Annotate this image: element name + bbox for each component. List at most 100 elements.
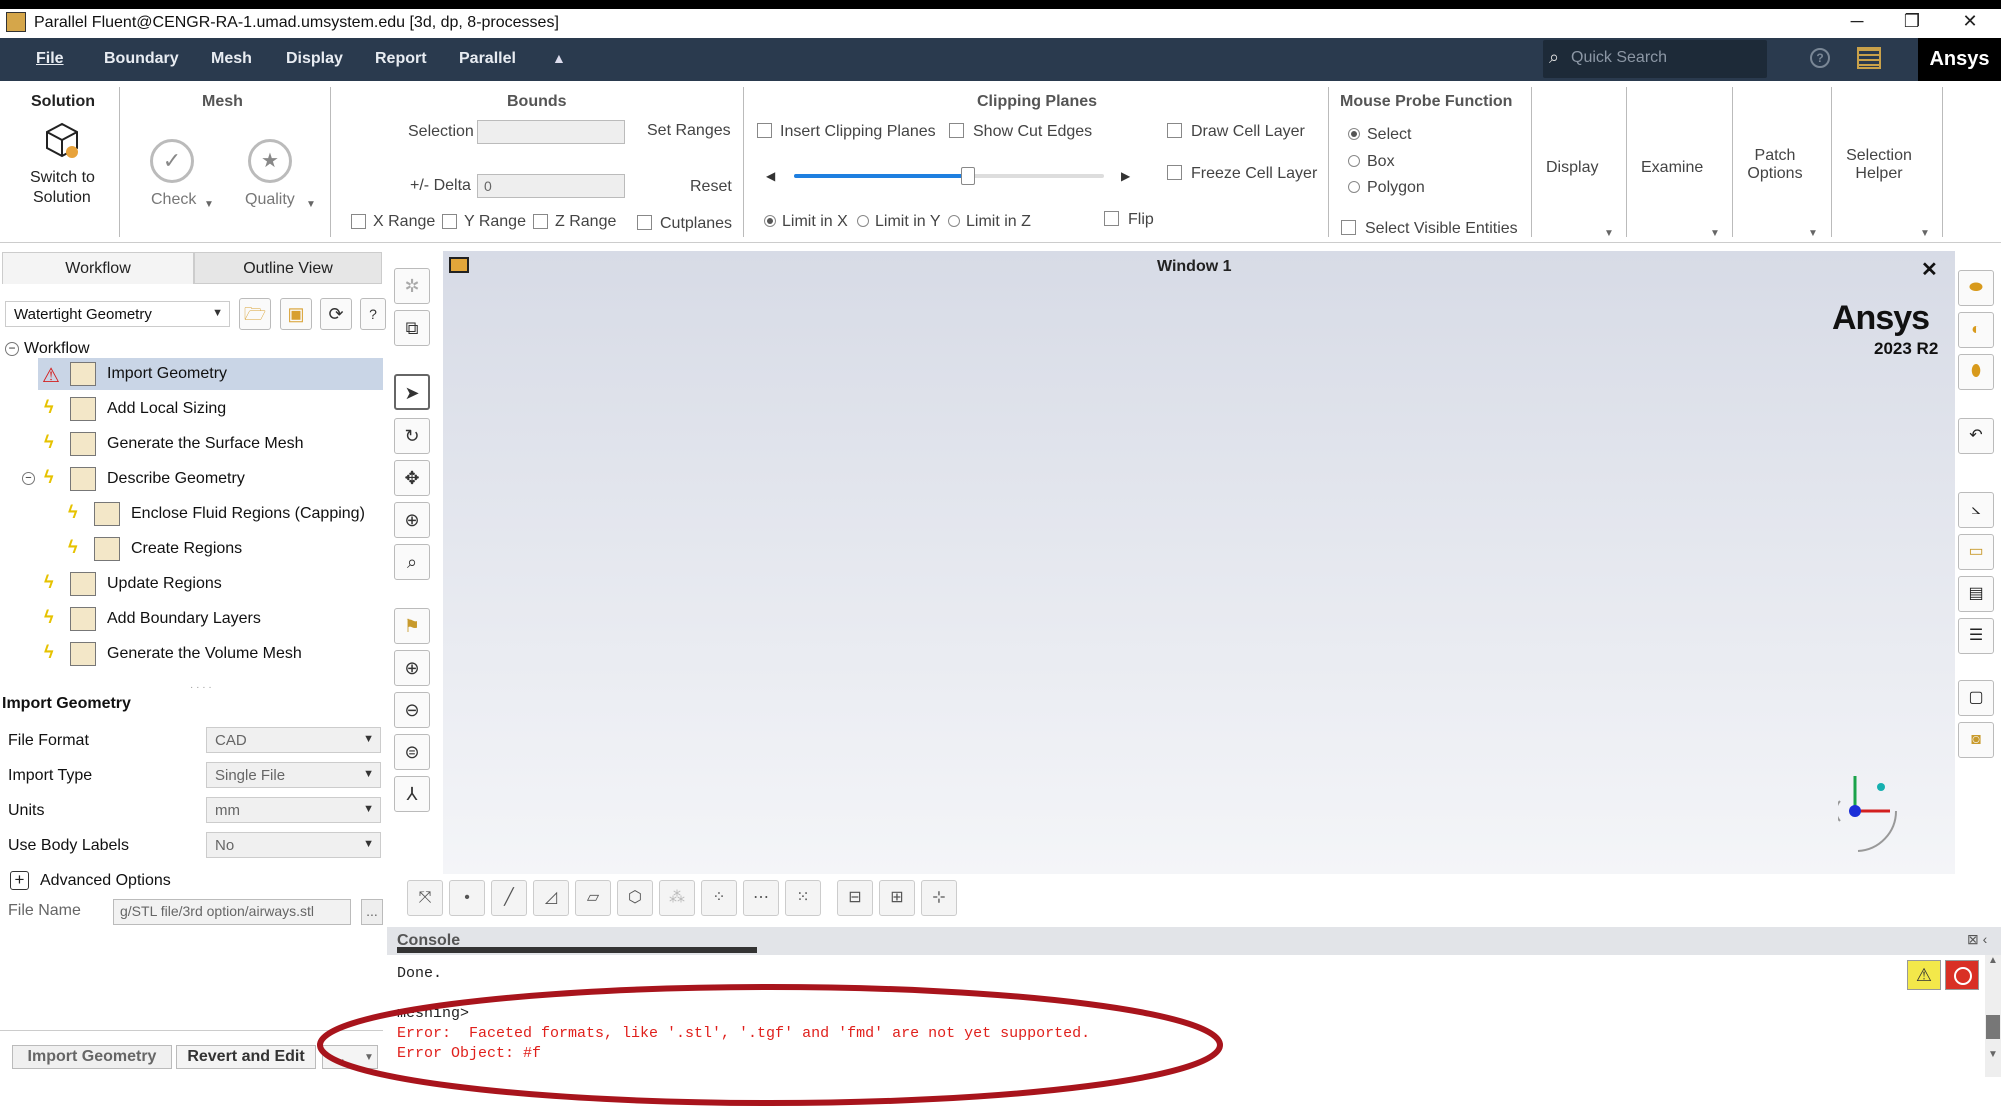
axes-icon[interactable]: ⅄: [394, 776, 430, 812]
list-icon[interactable]: ☰: [1958, 618, 1994, 654]
menu-mesh[interactable]: Mesh: [211, 50, 252, 68]
open-folder-icon[interactable]: 🗁: [239, 298, 271, 330]
zoom-in-icon[interactable]: ⊕: [394, 650, 430, 686]
menu-file[interactable]: File: [36, 50, 64, 68]
probe-polygon-radio[interactable]: [1348, 181, 1360, 193]
import-geometry-button[interactable]: Import Geometry: [12, 1045, 172, 1069]
view-iso-icon[interactable]: ◐: [1958, 312, 1994, 348]
tree-item[interactable]: ϟ Create Regions: [38, 533, 383, 565]
mesh-display-icon[interactable]: ✲: [394, 268, 430, 304]
quality-button[interactable]: ★ Quality ▼: [240, 139, 320, 217]
selection-helper-button[interactable]: Selection Helper: [1838, 147, 1920, 183]
examine-button[interactable]: Examine: [1641, 159, 1703, 177]
tree-item[interactable]: ⚠ Import Geometry: [38, 358, 383, 390]
help-circle-icon[interactable]: ?: [360, 298, 386, 330]
x-range-checkbox[interactable]: [351, 214, 366, 229]
zone-icon[interactable]: ⊟: [837, 880, 873, 916]
close-graphics-button[interactable]: ✕: [1921, 257, 1938, 282]
quick-search-box[interactable]: ⌕ Quick Search: [1543, 40, 1767, 78]
reset-button[interactable]: Reset: [690, 178, 732, 196]
menu-boundary[interactable]: Boundary: [104, 50, 179, 68]
slider-thumb[interactable]: [960, 167, 975, 185]
switch-to-solution-button[interactable]: Switch to Solution: [22, 121, 106, 221]
fit-zoom-icon[interactable]: ⊜: [394, 734, 430, 770]
pan-icon[interactable]: ✥: [394, 460, 430, 496]
cutplanes-checkbox[interactable]: [637, 215, 652, 230]
warning-icon[interactable]: ⚠: [1907, 960, 1941, 990]
tree-item[interactable]: ϟ Update Regions: [38, 568, 383, 600]
tree-item[interactable]: ϟ Add Boundary Layers: [38, 603, 383, 635]
select-visible-checkbox[interactable]: [1341, 220, 1356, 235]
insert-clipping-checkbox[interactable]: [757, 123, 772, 138]
property-dropdown[interactable]: No: [206, 832, 381, 858]
view-side-icon[interactable]: ⬮: [1958, 354, 1994, 390]
object-icon[interactable]: ⊹: [921, 880, 957, 916]
collapse-icon[interactable]: −: [22, 472, 35, 485]
menu-display[interactable]: Display: [286, 50, 343, 68]
scroll-down-icon[interactable]: ▼: [1988, 1049, 1998, 1060]
check-button[interactable]: ✓ Check ▼: [140, 139, 220, 217]
body-icon[interactable]: ⊞: [879, 880, 915, 916]
advanced-options-label[interactable]: Advanced Options: [40, 872, 171, 890]
freeze-cell-layer-checkbox[interactable]: [1167, 165, 1182, 180]
face-icon[interactable]: ◿: [533, 880, 569, 916]
z-range-checkbox[interactable]: [533, 214, 548, 229]
zoom-icon[interactable]: ⌕: [394, 544, 430, 580]
stop-icon[interactable]: [1945, 960, 1979, 990]
browse-button[interactable]: ...: [361, 899, 383, 925]
workflow-type-select[interactable]: Watertight Geometry: [5, 301, 230, 327]
close-window-button[interactable]: ✕: [1955, 11, 1985, 32]
console-scrollbar[interactable]: ▲ ▼: [1985, 955, 2001, 1077]
scroll-up-icon[interactable]: ▲: [1988, 955, 1998, 966]
property-dropdown[interactable]: mm: [206, 797, 381, 823]
set-ranges-button[interactable]: Set Ranges: [647, 122, 731, 140]
clipping-slider[interactable]: [794, 167, 1104, 185]
tree-item[interactable]: ϟ Generate the Volume Mesh: [38, 638, 383, 670]
rotate-icon[interactable]: ↻: [394, 418, 430, 454]
axes-select-icon[interactable]: ⤧: [407, 880, 443, 916]
select-pointer-icon[interactable]: ➤: [394, 374, 430, 410]
draw-cell-layer-checkbox[interactable]: [1167, 123, 1182, 138]
probe-select-radio[interactable]: [1348, 128, 1360, 140]
y-range-checkbox[interactable]: [442, 214, 457, 229]
tab-outline-view[interactable]: Outline View: [194, 252, 382, 284]
tree-item[interactable]: ϟ Generate the Surface Mesh: [38, 428, 383, 460]
report-icon[interactable]: ▤: [1958, 576, 1994, 612]
window-icon[interactable]: ▢: [1958, 680, 1994, 716]
maximize-button[interactable]: ❐: [1897, 11, 1927, 32]
scroll-thumb[interactable]: [1986, 1015, 2000, 1039]
menu-parallel[interactable]: Parallel: [459, 50, 516, 68]
property-dropdown[interactable]: Single File: [206, 762, 381, 788]
ruler-icon[interactable]: ▭: [1958, 534, 1994, 570]
expand-icon[interactable]: +: [10, 871, 29, 890]
graphics-window[interactable]: Window 1 ✕ Ansys 2023 R2 ⤧ • ╱ ◿ ▱ ⬡ ⁂ ⁘: [407, 251, 1955, 916]
screenshot-icon[interactable]: ◙: [1958, 722, 1994, 758]
probe-flag-icon[interactable]: ⚑: [394, 608, 430, 644]
slider-left-arrow-icon[interactable]: ◀: [766, 169, 775, 183]
cell-face-icon[interactable]: ▱: [575, 880, 611, 916]
patch-options-button[interactable]: Patch Options: [1740, 147, 1810, 183]
property-dropdown[interactable]: CAD: [206, 727, 381, 753]
point-icon[interactable]: •: [449, 880, 485, 916]
refresh-icon[interactable]: ⟳: [320, 298, 352, 330]
limit-z-radio[interactable]: [948, 215, 960, 227]
plot-icon[interactable]: ⦣: [1958, 492, 1994, 528]
display-button[interactable]: Display: [1546, 159, 1598, 177]
probe-box-radio[interactable]: [1348, 155, 1360, 167]
tree-item[interactable]: ϟ Add Local Sizing: [38, 393, 383, 425]
delta-field[interactable]: 0: [477, 174, 625, 198]
layout-icon[interactable]: [1857, 47, 1881, 69]
show-cut-edges-checkbox[interactable]: [949, 123, 964, 138]
grid-points-icon[interactable]: ⁘: [701, 880, 737, 916]
box-view-icon[interactable]: ⧉: [394, 310, 430, 346]
cell-icon[interactable]: ⬡: [617, 880, 653, 916]
tab-workflow[interactable]: Workflow: [2, 252, 194, 284]
zoom-out-icon[interactable]: ⊖: [394, 692, 430, 728]
undo-view-icon[interactable]: ↶: [1958, 418, 1994, 454]
slider-right-arrow-icon[interactable]: ▶: [1121, 169, 1130, 183]
cluster-icon[interactable]: ⁂: [659, 880, 695, 916]
collapse-icon[interactable]: −: [5, 342, 19, 356]
help-icon[interactable]: ?: [1810, 48, 1830, 68]
edge-icon[interactable]: ╱: [491, 880, 527, 916]
flip-checkbox[interactable]: [1104, 211, 1119, 226]
